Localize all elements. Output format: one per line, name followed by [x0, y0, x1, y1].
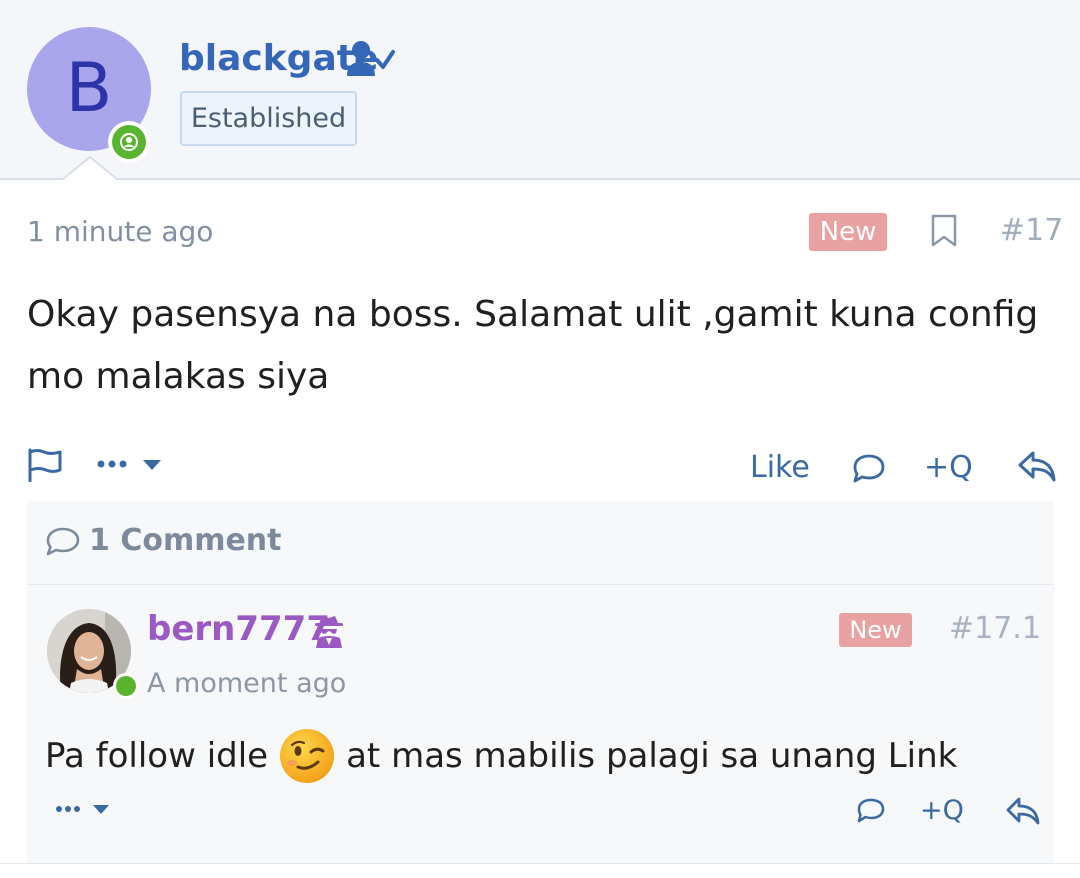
comment-number-link[interactable]: #17.1 [949, 611, 1041, 646]
comment-text-after: at mas mabilis palagi sa unang Link [346, 736, 958, 776]
commenter-username-link[interactable]: bern7777 [147, 609, 330, 649]
verified-user-icon [347, 40, 395, 83]
more-icon [56, 805, 109, 814]
spy-icon [312, 613, 346, 654]
new-badge: New [809, 213, 887, 251]
wink-emoji-icon [278, 727, 336, 785]
comments-count: 1 Comment [89, 523, 282, 558]
online-status-icon [113, 673, 139, 699]
comment-text-before: Pa follow idle [45, 736, 269, 776]
comments-header[interactable]: 1 Comment [27, 501, 1054, 585]
bookmark-icon[interactable] [931, 214, 957, 253]
divider [0, 863, 1080, 878]
comment-reply-icon[interactable] [856, 797, 886, 830]
post-timestamp[interactable]: 1 minute ago [27, 215, 213, 248]
header-pointer [62, 156, 118, 182]
new-badge: New [839, 613, 912, 647]
reply-icon[interactable] [1017, 449, 1057, 488]
more-icon [97, 460, 161, 470]
reply-icon[interactable] [1005, 796, 1041, 831]
user-header: B blackgate Established [0, 0, 1080, 180]
multi-quote-button[interactable]: +Q [924, 450, 973, 485]
report-flag-icon[interactable] [27, 448, 63, 487]
comment-icon [45, 527, 81, 562]
post-body: Okay pasensya na boss. Salamat ulit ,gam… [27, 294, 1039, 397]
comments-section: 1 Comment bern7777 A moment ago New #17.… [27, 501, 1054, 871]
post-number-link[interactable]: #17 [1000, 213, 1063, 248]
comment-timestamp[interactable]: A moment ago [147, 668, 346, 699]
comment-body: Pa follow idle at mas mabilis palagi sa … [45, 727, 957, 785]
rank-badge: Established [180, 91, 357, 146]
comment-more-options-button[interactable] [55, 799, 117, 819]
comment-icon[interactable] [852, 453, 886, 490]
comment-quote-button[interactable]: +Q [920, 795, 964, 826]
more-options-button[interactable] [97, 452, 167, 476]
like-button[interactable]: Like [750, 450, 810, 485]
